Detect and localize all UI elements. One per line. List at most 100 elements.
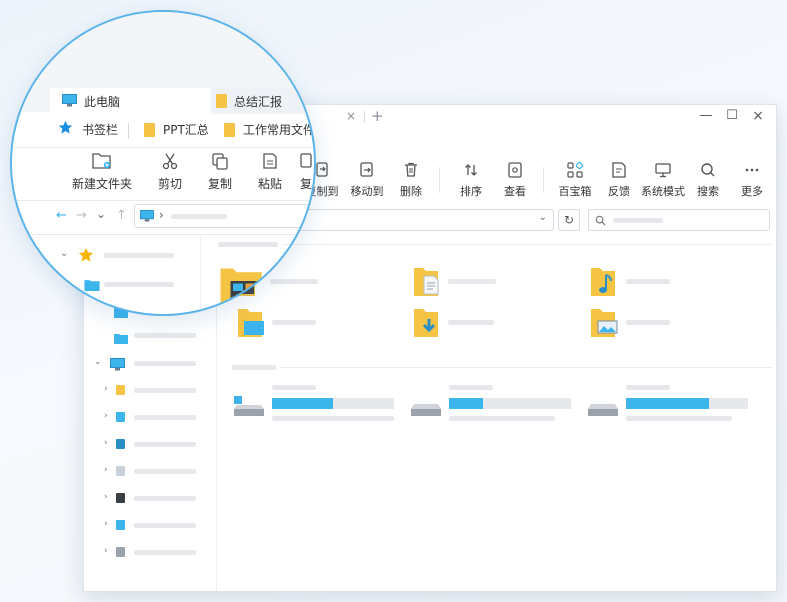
- desktop-icon[interactable]: [116, 520, 125, 530]
- sidebar-item-label: [134, 523, 196, 528]
- sidebar-item-label: [104, 253, 174, 258]
- pictures-icon[interactable]: [116, 412, 125, 422]
- system-drive-icon[interactable]: [232, 393, 266, 423]
- expand-icon[interactable]: ›: [104, 411, 108, 421]
- search-placeholder: [613, 218, 663, 223]
- history-button[interactable]: ⌄: [96, 207, 106, 221]
- expand-icon[interactable]: ›: [104, 546, 108, 556]
- bookmark-item-ppt[interactable]: [144, 122, 155, 141]
- paste-icon: [263, 153, 277, 169]
- minimize-button[interactable]: —: [696, 108, 716, 123]
- documents-icon[interactable]: [116, 466, 125, 476]
- delete-button[interactable]: 删除: [385, 161, 437, 199]
- expand-icon[interactable]: ›: [104, 465, 108, 475]
- bookmark-label[interactable]: PPT汇总: [163, 121, 209, 138]
- drive-usage-bar: [449, 398, 571, 409]
- section-header: [218, 242, 278, 247]
- forward-button[interactable]: →: [76, 208, 87, 223]
- bookmark-bar-divider: [12, 147, 314, 148]
- expand-icon[interactable]: ›: [104, 492, 108, 502]
- navbar-divider: [12, 234, 314, 235]
- more-icon: [745, 168, 759, 172]
- tab-summary-report[interactable]: 总结汇报: [212, 88, 314, 114]
- computer-icon: [62, 94, 77, 107]
- view-button[interactable]: 查看: [489, 161, 541, 199]
- expand-icon[interactable]: ⌄: [94, 357, 102, 367]
- sidebar-item-label: [134, 550, 196, 555]
- expand-icon[interactable]: ›: [104, 519, 108, 529]
- folder-icon[interactable]: [84, 276, 100, 295]
- drive-name: [272, 385, 316, 390]
- expand-icon[interactable]: ›: [104, 438, 108, 448]
- toolbar-divider: [439, 167, 440, 193]
- copy-to-button-partial[interactable]: 复: [286, 152, 314, 192]
- address-bar[interactable]: ›: [134, 204, 314, 228]
- up-button[interactable]: ↑: [116, 208, 127, 223]
- drive-icon[interactable]: [409, 399, 443, 423]
- more-button[interactable]: 更多: [726, 161, 776, 199]
- folder-name: [272, 320, 316, 325]
- section-divider: [278, 244, 772, 245]
- scissors-icon: [162, 153, 178, 170]
- address-dropdown-icon[interactable]: ⌄: [539, 212, 547, 223]
- view-label: 查看: [504, 185, 526, 198]
- videos-folder-icon[interactable]: [218, 266, 268, 310]
- move-to-icon: [360, 162, 373, 177]
- expand-icon[interactable]: ›: [104, 384, 108, 394]
- this-pc-icon[interactable]: [110, 356, 125, 375]
- star-icon: [58, 120, 73, 134]
- favorites-star-icon[interactable]: [78, 247, 94, 267]
- folder-name: [448, 279, 496, 284]
- drive-c-icon[interactable]: [116, 385, 125, 395]
- search-input[interactable]: [588, 209, 770, 231]
- folder-icon: [114, 329, 128, 344]
- folder-icon: [216, 94, 227, 108]
- section-divider: [282, 244, 314, 245]
- breadcrumb-separator: ›: [159, 208, 164, 222]
- bookmark-item-work-files[interactable]: [224, 122, 235, 141]
- folder-name: [270, 279, 318, 284]
- back-button[interactable]: ←: [56, 208, 67, 223]
- tab-label: 总结汇报: [234, 95, 283, 109]
- music-icon[interactable]: [116, 439, 125, 449]
- drive-name: [626, 385, 670, 390]
- folder-icon: [144, 123, 155, 137]
- copy-to-label: 复: [299, 177, 312, 191]
- videos-icon[interactable]: [116, 493, 125, 503]
- sidebar-item-label: [134, 469, 196, 474]
- search-icon: [595, 215, 606, 226]
- maximize-button[interactable]: ☐: [722, 108, 742, 123]
- refresh-button[interactable]: ↻: [558, 209, 580, 231]
- bookmark-label[interactable]: 工作常用文件: [243, 121, 314, 138]
- new-folder-label: 新建文件夹: [71, 177, 132, 191]
- downloads-folder-icon[interactable]: [412, 307, 442, 343]
- new-tab-button[interactable]: +: [371, 107, 384, 125]
- expand-icon[interactable]: ⌄: [60, 248, 68, 259]
- drive-free-space: [272, 416, 394, 421]
- sidebar-item-label: [134, 333, 196, 338]
- tab-this-pc[interactable]: 此电脑: [50, 88, 210, 114]
- bookmark-bar-label: 书签栏: [82, 123, 119, 137]
- tab-separator: [364, 111, 365, 123]
- close-button[interactable]: ×: [748, 108, 768, 124]
- section-header: [232, 365, 276, 370]
- trash-icon: [405, 162, 417, 177]
- drive-name: [449, 385, 493, 390]
- drive-icon[interactable]: [116, 547, 125, 557]
- tab-close-button[interactable]: ×: [346, 109, 356, 123]
- toolbar-divider: [543, 167, 544, 193]
- documents-folder-icon[interactable]: [412, 266, 442, 302]
- desktop-folder-icon[interactable]: [236, 307, 266, 343]
- delete-label: 删除: [400, 185, 422, 198]
- drive-icon[interactable]: [586, 399, 620, 423]
- folder-name: [626, 320, 670, 325]
- drive-usage-bar: [626, 398, 748, 409]
- new-folder-button[interactable]: 新建文件夹: [64, 152, 140, 192]
- sort-icon: [465, 164, 477, 176]
- monitor-icon: [655, 163, 671, 178]
- tab-label: 此电脑: [84, 95, 121, 109]
- pictures-folder-icon[interactable]: [589, 307, 619, 343]
- music-folder-icon[interactable]: [589, 266, 619, 302]
- folder-name: [626, 279, 670, 284]
- bookmark-bar[interactable]: [58, 120, 73, 139]
